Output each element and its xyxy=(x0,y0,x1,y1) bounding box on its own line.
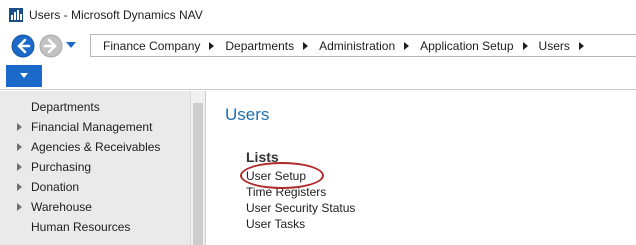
highlight-circle-annotation xyxy=(240,162,324,189)
sidebar-item-purchasing[interactable]: Purchasing xyxy=(0,157,188,177)
title-bar: Users - Microsoft Dynamics NAV xyxy=(0,0,636,30)
sidebar-item-label: Warehouse xyxy=(31,200,92,214)
window-title: Users - Microsoft Dynamics NAV xyxy=(29,8,203,22)
application-menu-button[interactable] xyxy=(6,65,42,87)
page-title: Users xyxy=(225,105,270,124)
expand-arrow-icon[interactable] xyxy=(17,163,22,171)
sidebar-item-label: Agencies & Receivables xyxy=(31,140,161,154)
breadcrumb-users[interactable]: Users xyxy=(539,39,570,53)
sidebar-item-human-resources[interactable]: Human Resources xyxy=(0,217,188,237)
sidebar-item-agencies-receivables[interactable]: Agencies & Receivables xyxy=(0,137,188,157)
expand-arrow-icon[interactable] xyxy=(17,143,22,151)
breadcrumb-separator-icon[interactable] xyxy=(303,41,309,50)
navigation-pane: Departments Financial Management Agencie… xyxy=(0,91,206,245)
breadcrumb-finance-company[interactable]: Finance Company xyxy=(103,39,200,53)
sidebar-item-label: Departments xyxy=(31,100,100,114)
sidebar-item-warehouse[interactable]: Warehouse xyxy=(0,197,188,217)
sidebar-item-donation[interactable]: Donation xyxy=(0,177,188,197)
chevron-down-icon[interactable] xyxy=(66,42,76,50)
link-user-tasks[interactable]: User Tasks xyxy=(246,217,305,231)
application-menu-bar xyxy=(0,64,636,90)
sidebar-item-label: Financial Management xyxy=(31,120,153,134)
sidebar-item-financial-management[interactable]: Financial Management xyxy=(0,117,188,137)
back-arrow-icon[interactable] xyxy=(11,34,35,58)
navigation-bar: Finance Company Departments Administrati… xyxy=(0,30,636,64)
breadcrumb-separator-icon[interactable] xyxy=(404,41,410,50)
link-user-security-status[interactable]: User Security Status xyxy=(246,201,355,215)
chevron-down-icon xyxy=(20,73,28,78)
sidebar-item-label: Purchasing xyxy=(31,160,92,174)
breadcrumb-administration[interactable]: Administration xyxy=(319,39,395,53)
sidebar-item-label: Human Resources xyxy=(31,220,131,234)
expand-arrow-icon[interactable] xyxy=(17,203,22,211)
sidebar-item-departments[interactable]: Departments xyxy=(0,97,188,117)
breadcrumb-separator-icon[interactable] xyxy=(578,41,584,50)
scrollbar-thumb[interactable] xyxy=(193,103,203,245)
forward-arrow-icon[interactable] xyxy=(39,34,63,58)
breadcrumb-departments[interactable]: Departments xyxy=(225,39,294,53)
breadcrumb[interactable]: Finance Company Departments Administrati… xyxy=(90,34,636,57)
sidebar-item-label: Donation xyxy=(31,180,80,194)
breadcrumb-separator-icon[interactable] xyxy=(522,41,528,50)
expand-arrow-icon[interactable] xyxy=(17,183,22,191)
expand-arrow-icon[interactable] xyxy=(17,123,22,131)
breadcrumb-separator-icon[interactable] xyxy=(209,41,215,50)
sidebar-scrollbar[interactable] xyxy=(190,91,205,245)
dynamics-nav-app-icon xyxy=(9,8,23,22)
breadcrumb-application-setup[interactable]: Application Setup xyxy=(420,39,513,53)
